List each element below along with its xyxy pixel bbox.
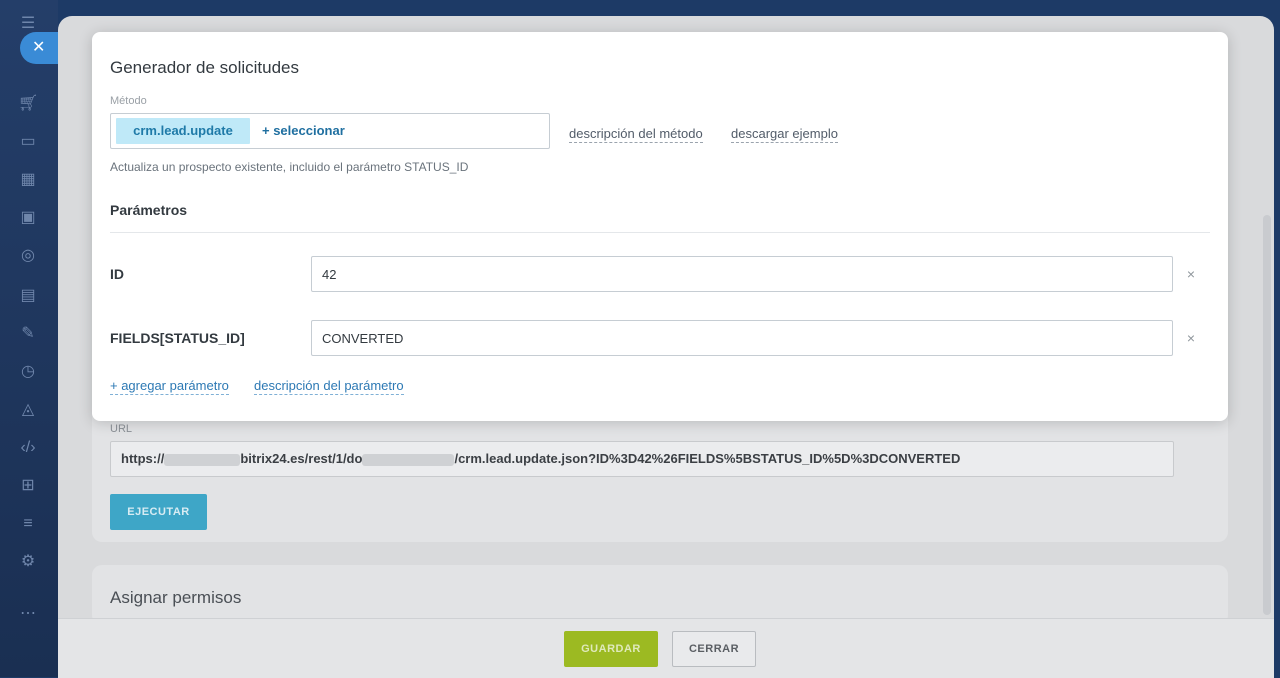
permissions-card bbox=[92, 565, 1228, 625]
param-value-input[interactable] bbox=[311, 256, 1173, 292]
close-button[interactable]: CERRAR bbox=[672, 631, 756, 667]
method-label: Método bbox=[110, 95, 147, 107]
request-builder-modal: Generador de solicitudes Método crm.lead… bbox=[92, 32, 1228, 421]
param-value-input[interactable] bbox=[311, 320, 1173, 356]
param-name: FIELDS[STATUS_ID] bbox=[110, 330, 245, 346]
target-icon[interactable]: ◎ bbox=[18, 246, 38, 266]
save-button[interactable]: GUARDAR bbox=[564, 631, 658, 667]
url-label: URL bbox=[110, 423, 133, 435]
remove-param-icon[interactable]: × bbox=[1185, 331, 1197, 345]
calendar-icon[interactable]: ▦ bbox=[18, 170, 38, 190]
divider bbox=[110, 232, 1210, 233]
remove-param-icon[interactable]: × bbox=[1185, 267, 1197, 281]
permissions-title: Asignar permisos bbox=[110, 588, 242, 607]
settings-icon[interactable]: ⚙ bbox=[18, 552, 38, 572]
clock-icon[interactable]: ◷ bbox=[18, 362, 38, 382]
pencil-icon[interactable]: ✎ bbox=[18, 324, 38, 344]
url-part-protocol: https:// bbox=[121, 451, 165, 466]
url-part-path: /crm.lead.update.json?ID%3D42%26FIELDS%5… bbox=[454, 451, 961, 466]
box-icon[interactable]: ▣ bbox=[18, 208, 38, 228]
redacted-domain bbox=[164, 453, 241, 466]
footer-bar bbox=[58, 618, 1274, 678]
list-icon[interactable]: ≡ bbox=[18, 514, 38, 534]
add-param-link[interactable]: + agregar parámetro bbox=[110, 377, 229, 395]
modal-title: Generador de solicitudes bbox=[110, 58, 300, 77]
param-name: ID bbox=[110, 266, 124, 282]
cart-icon[interactable]: 🛒︎ bbox=[18, 94, 38, 114]
redacted-token bbox=[362, 453, 455, 466]
params-title: Parámetros bbox=[110, 202, 188, 218]
grid-icon[interactable]: ⊞ bbox=[18, 476, 38, 496]
left-sidebar: ☰ 🛒︎ ▭ ▦ ▣ ◎ ▤ ✎ ◷ ◬ ‹/› ⊞ ≡ ⚙ ⋯ ✕ bbox=[0, 0, 64, 677]
document-icon[interactable]: ▤ bbox=[18, 286, 38, 306]
method-selector[interactable]: crm.lead.update + seleccionar bbox=[110, 113, 550, 149]
method-tag[interactable]: crm.lead.update bbox=[116, 118, 250, 144]
method-description: Actualiza un prospecto existente, inclui… bbox=[110, 160, 469, 174]
close-icon: ✕ bbox=[32, 39, 46, 56]
code-icon[interactable]: ‹/› bbox=[18, 438, 38, 458]
url-part-host: bitrix24.es/rest/1/do bbox=[240, 451, 363, 466]
chart-icon[interactable]: ◬ bbox=[18, 400, 38, 420]
method-description-link[interactable]: descripción del método bbox=[569, 125, 703, 143]
execute-button[interactable]: EJECUTAR bbox=[110, 494, 207, 530]
url-field[interactable]: https:// bitrix24.es/rest/1/do/crm.lead.u… bbox=[110, 441, 1174, 477]
menu-icon[interactable]: ☰ bbox=[18, 14, 38, 34]
download-example-link[interactable]: descargar ejemplo bbox=[731, 125, 838, 143]
chat-icon[interactable]: ▭ bbox=[18, 132, 38, 152]
param-description-link[interactable]: descripción del parámetro bbox=[254, 377, 404, 395]
select-method-link[interactable]: + seleccionar bbox=[262, 118, 345, 144]
scrollbar[interactable] bbox=[1263, 215, 1271, 615]
dots-icon[interactable]: ⋯ bbox=[18, 604, 38, 624]
